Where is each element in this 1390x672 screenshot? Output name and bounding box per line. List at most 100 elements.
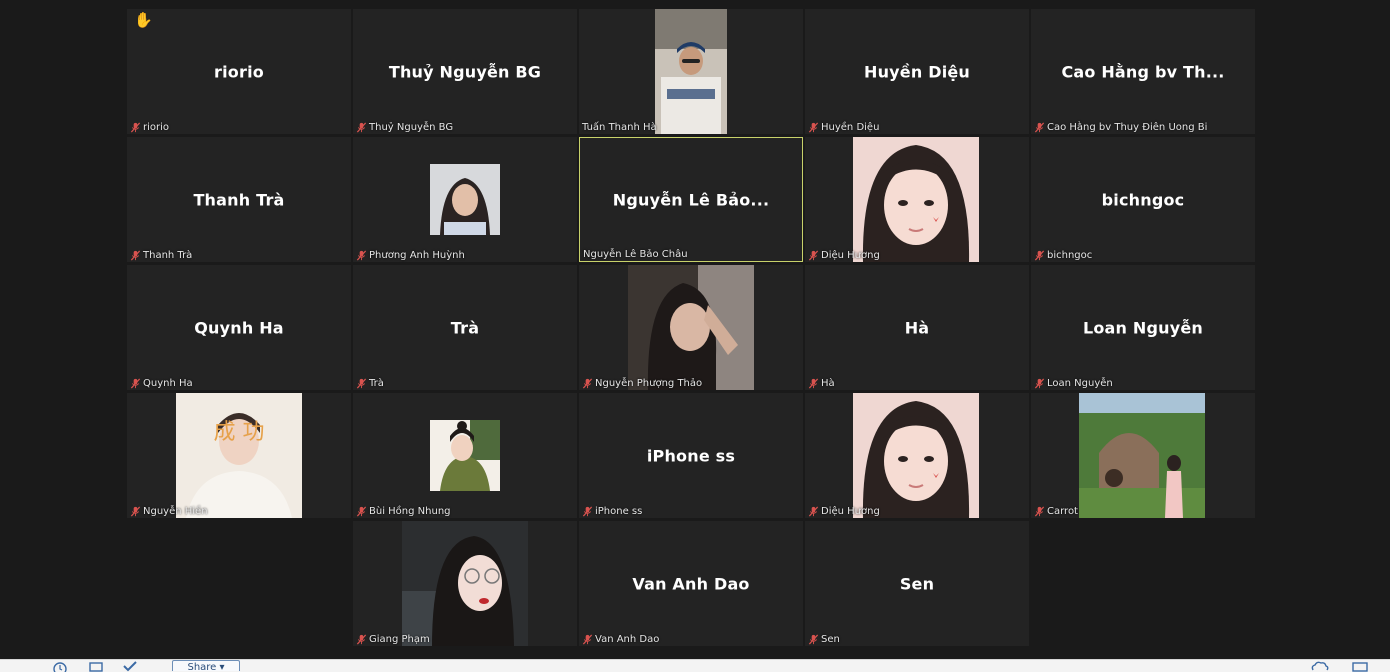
participant-video [853,393,979,518]
participant-display-name: Thanh Trà [193,190,285,209]
participant-label: Van Anh Dao [582,634,659,645]
participant-name: Diệu Hương [821,250,880,261]
participant-label: Carrot [1034,506,1078,517]
mic-muted-icon [356,378,367,389]
participant-display-name: Sen [899,574,935,593]
participant-tile[interactable]: Trà Trà [353,265,577,390]
participant-label: Nguyễn Phượng Thảo [582,378,702,389]
participant-video [430,420,500,491]
participant-tile[interactable]: Thuỷ Nguyễn BG Thuỷ Nguyễn BG [353,9,577,134]
participant-label: Tuấn Thanh Hà [582,122,657,133]
participant-name: Nguyễn Phượng Thảo [595,378,703,389]
mic-muted-icon [130,378,141,389]
participant-tile[interactable]: Phương Anh Huỳnh [353,137,577,262]
participant-tile[interactable]: Van Anh Dao Van Anh Dao [579,521,803,646]
participant-label: Huyền Diệu [808,122,879,133]
mic-muted-icon [582,506,593,517]
participant-name: Carrot [1047,506,1078,517]
participant-tile[interactable]: Cao Hằng bv Th... Cao Hằng bv Thuy Điên … [1031,9,1255,134]
participant-tile[interactable]: ✋ riorio riorio [127,9,351,134]
mic-muted-icon [356,250,367,261]
participant-name: Nguyễn Hiền [143,506,208,517]
participant-name: Hà [821,378,835,389]
mic-muted-icon [356,634,367,645]
bottom-toolbar: Share ▾ [0,659,1390,672]
participant-display-name: Van Anh Dao [632,574,750,593]
participant-video [430,164,500,235]
mic-muted-icon [1034,506,1045,517]
participant-display-name: riorio [214,62,264,81]
check-icon[interactable] [122,660,138,672]
participant-tile[interactable]: Huyền Diệu Huyền Diệu [805,9,1029,134]
participant-label: Trà [356,378,384,389]
participant-name: Quynh Ha [143,378,193,389]
participant-tile[interactable]: 成 功 Nguyễn Hiền [127,393,351,518]
participant-label: Quynh Ha [130,378,193,389]
participant-display-name: iPhone ss [646,446,736,465]
mic-muted-icon [1034,250,1045,261]
participant-tile[interactable]: Diệu Hương [805,393,1029,518]
participant-display-name: Trà [450,318,480,337]
participant-name: Trà [369,378,384,389]
participant-name: Thuỷ Nguyễn BG [369,122,454,133]
participant-display-name: Huyền Diệu [863,62,971,81]
participant-label: Diệu Hương [808,250,880,261]
participant-name: Giang Phạm [369,634,430,645]
gallery-view: ✋ riorio riorio Thuỷ Nguyễn BG Thuỷ Nguy… [0,0,1390,660]
participant-label: riorio [130,122,169,133]
participant-tile[interactable]: Carrot [1031,393,1255,518]
participant-label: Loan Nguyễn [1034,378,1113,389]
screen-icon[interactable] [1350,660,1370,672]
participant-tile[interactable]: Thanh Trà Thanh Trà [127,137,351,262]
participant-label: Hà [808,378,835,389]
participant-tile[interactable]: Sen Sen [805,521,1029,646]
participant-tile[interactable]: Tuấn Thanh Hà [579,9,803,134]
participant-name: Nguyễn Lê Bảo Châu [583,249,688,260]
participant-label: Cao Hằng bv Thuy Điên Uong Bi [1034,122,1207,133]
clock-icon[interactable] [52,660,68,672]
participant-video [1079,393,1205,518]
participant-label: Phương Anh Huỳnh [356,250,465,261]
participant-display-name: Cao Hằng bv Th... [1061,62,1225,81]
participant-label: bichngoc [1034,250,1092,261]
mic-muted-icon [356,122,367,133]
participant-name: Van Anh Dao [595,634,660,645]
image-text: 成 功 [214,420,265,445]
participant-video [655,9,727,134]
participant-name: Loan Nguyễn [1047,378,1113,389]
mic-muted-icon [130,250,141,261]
mic-muted-icon [808,378,819,389]
participant-name: Huyền Diệu [821,122,880,133]
participant-tile[interactable]: Giang Phạm [353,521,577,646]
participant-name: Bùi Hồng Nhung [369,506,451,517]
participant-name: riorio [143,122,170,133]
participant-label: Giang Phạm [356,634,430,645]
participant-tile[interactable]: Quynh Ha Quynh Ha [127,265,351,390]
cloud-download-icon[interactable] [1310,660,1330,672]
participant-tile[interactable]: Diệu Hương [805,137,1029,262]
raised-hand-icon: ✋ [134,11,153,29]
monitor-icon[interactable] [88,660,104,672]
participant-tile[interactable]: bichngoc bichngoc [1031,137,1255,262]
participant-label: Nguyễn Hiền [130,506,208,517]
participant-name: bichngoc [1047,250,1093,261]
participant-label: iPhone ss [582,506,642,517]
mic-muted-icon [1034,378,1045,389]
participant-name: Thanh Trà [143,250,193,261]
participant-tile[interactable]: Nguyễn Phượng Thảo [579,265,803,390]
participant-label: Diệu Hương [808,506,880,517]
active-speaker-tile[interactable]: Nguyễn Lê Bảo... Nguyễn Lê Bảo Châu [579,137,803,262]
mic-muted-icon [582,378,593,389]
participant-tile[interactable]: Bùi Hồng Nhung [353,393,577,518]
mic-muted-icon [356,506,367,517]
share-button[interactable]: Share ▾ [172,660,240,671]
participant-tile[interactable]: Loan Nguyễn Loan Nguyễn [1031,265,1255,390]
participant-name: Sen [821,634,840,645]
participant-tile[interactable]: Hà Hà [805,265,1029,390]
participant-display-name: Thuỷ Nguyễn BG [388,62,542,81]
participant-display-name: bichngoc [1101,190,1185,209]
participant-video [628,265,754,390]
participant-display-name: Nguyễn Lê Bảo... [612,190,770,209]
participant-name: Tuấn Thanh Hà [582,122,657,133]
participant-tile[interactable]: iPhone ss iPhone ss [579,393,803,518]
